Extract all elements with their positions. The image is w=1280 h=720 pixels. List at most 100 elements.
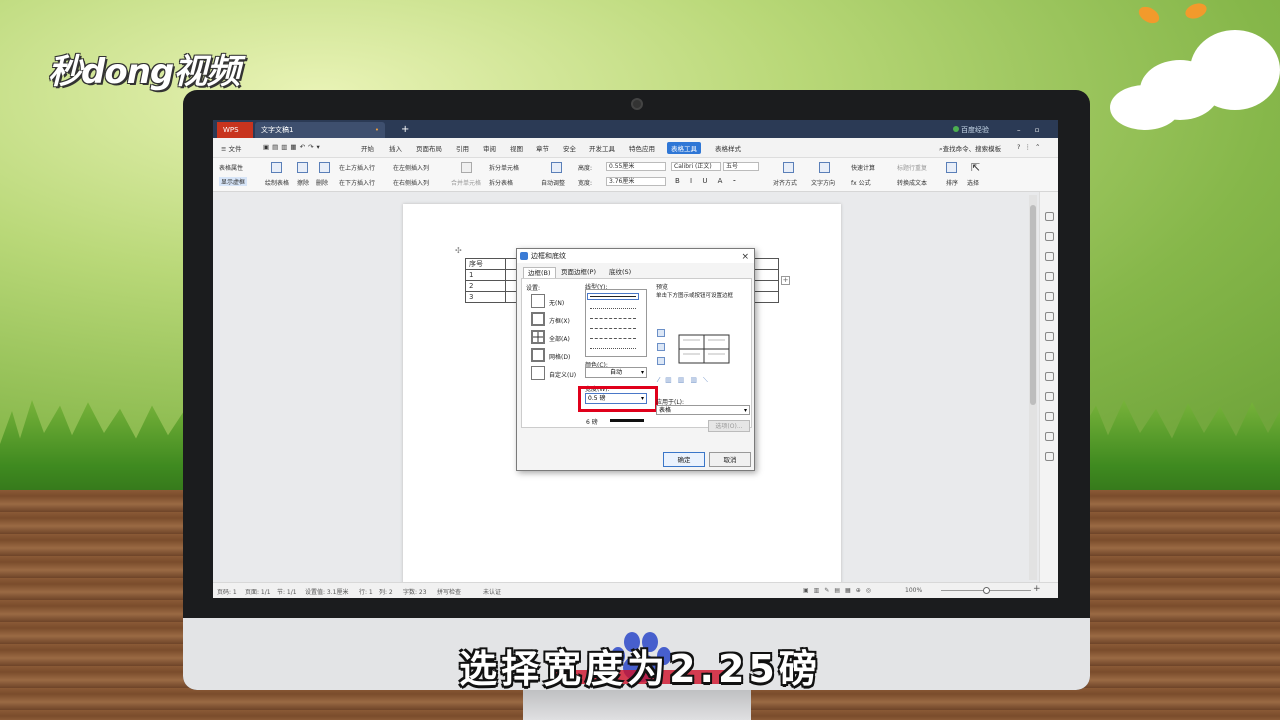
insert-right-button[interactable]: 在右侧插入列 — [393, 178, 429, 187]
tab-shading[interactable]: 底纹(S) — [605, 267, 635, 278]
setting-box[interactable]: 方框(X) — [549, 316, 570, 325]
pointer-icon[interactable] — [1045, 232, 1054, 241]
setting-custom-icon[interactable] — [531, 366, 545, 380]
quick-calc-button[interactable]: 快速计算 — [851, 163, 875, 172]
menu-item-references[interactable]: 引用 — [456, 143, 469, 153]
setting-all-icon[interactable] — [531, 330, 545, 344]
line-style-option[interactable] — [590, 338, 636, 339]
help-icons[interactable]: ?⋮⌃ — [1017, 143, 1044, 151]
color-select[interactable]: 自动 ▾ — [585, 367, 647, 378]
col-width-field[interactable]: 3.76厘米 — [606, 177, 666, 186]
add-column-icon[interactable]: + — [781, 276, 790, 285]
zoom-slider[interactable] — [941, 587, 1031, 594]
table-move-handle-icon[interactable]: ✣ — [455, 246, 462, 255]
split-cells-button[interactable]: 拆分单元格 — [489, 163, 519, 172]
text-direction-button[interactable]: 文字方向 — [811, 178, 835, 187]
wps-home-tab[interactable]: WPS — [217, 122, 253, 138]
delete-button[interactable]: 删除 — [316, 178, 328, 187]
menu-item-insert[interactable]: 插入 — [389, 143, 402, 153]
menu-item-chapter[interactable]: 章节 — [536, 143, 549, 153]
border-preview[interactable] — [677, 329, 732, 369]
image-icon[interactable] — [1045, 392, 1054, 401]
style-icon[interactable] — [1045, 272, 1054, 281]
new-tab-button[interactable]: + — [395, 122, 409, 138]
menu-item-home[interactable]: 开始 — [361, 143, 374, 153]
star-icon[interactable] — [1045, 312, 1054, 321]
setting-grid-icon[interactable] — [531, 348, 545, 362]
table-cell[interactable]: 3 — [465, 291, 506, 303]
merge-cells-button[interactable]: 合并单元格 — [451, 178, 481, 187]
menu-item-layout[interactable]: 页面布局 — [416, 143, 442, 153]
insert-above-button[interactable]: 在上方插入行 — [339, 163, 375, 172]
edit-icon[interactable] — [1045, 212, 1054, 221]
font-format-buttons[interactable]: B I U A ⁃ — [675, 177, 740, 185]
sort-button[interactable]: 排序 — [946, 178, 958, 187]
auth-status[interactable]: 未认证 — [483, 587, 501, 596]
zoom-level[interactable]: 100% — [905, 587, 922, 594]
insert-below-button[interactable]: 在下方插入行 — [339, 178, 375, 187]
close-icon[interactable]: × — [741, 250, 749, 264]
tab-border[interactable]: 边框(B) — [523, 267, 556, 278]
select-button[interactable]: 选择 — [967, 178, 979, 187]
formula-button[interactable]: fx 公式 — [851, 178, 871, 187]
align-button[interactable]: 对齐方式 — [773, 178, 797, 187]
line-style-option[interactable] — [587, 293, 639, 300]
setting-custom[interactable]: 自定义(U) — [549, 370, 576, 379]
zoom-in-button[interactable]: + — [1033, 584, 1041, 594]
ok-button[interactable]: 确定 — [663, 452, 705, 467]
scrollbar-thumb[interactable] — [1030, 205, 1036, 405]
insert-left-button[interactable]: 在左侧插入列 — [393, 163, 429, 172]
auto-fit-button[interactable]: 自动调整 — [541, 178, 565, 187]
setting-none-icon[interactable] — [531, 294, 545, 308]
format-icon[interactable] — [1045, 292, 1054, 301]
table-cell[interactable]: 1 — [465, 269, 506, 281]
cancel-button[interactable]: 取消 — [709, 452, 751, 467]
width-option[interactable]: 6 磅 — [586, 417, 598, 426]
split-table-button[interactable]: 拆分表格 — [489, 178, 513, 187]
quick-access-icons[interactable]: ▣▤▥▦↶↷▾ — [263, 143, 323, 151]
apply-to-select[interactable]: 表格 ▾ — [656, 405, 750, 415]
line-style-option[interactable] — [590, 328, 636, 329]
setting-none[interactable]: 无(N) — [549, 298, 564, 307]
window-controls[interactable]: – ▫ × — [1011, 122, 1058, 150]
show-grid-button[interactable]: 显示虚框 — [219, 177, 248, 186]
table-props-button[interactable]: 表格属性 — [219, 163, 243, 172]
document-tab[interactable]: 文字文稿1 • — [255, 122, 385, 138]
table-cell[interactable]: 2 — [465, 280, 506, 292]
border-top-icon[interactable] — [657, 329, 665, 337]
shape-icon[interactable] — [1045, 252, 1054, 261]
line-style-option[interactable] — [590, 348, 636, 349]
convert-to-text-button[interactable]: 转换成文本 — [897, 178, 927, 187]
account-label[interactable]: 百度经验 — [947, 122, 989, 138]
menu-item-table-style[interactable]: 表格样式 — [715, 143, 741, 153]
line-style-option[interactable] — [590, 308, 636, 309]
search-command[interactable]: ⌕查找命令、搜索模板 — [939, 143, 1001, 154]
menu-item-review[interactable]: 审阅 — [483, 143, 496, 153]
vertical-scrollbar[interactable] — [1029, 195, 1037, 580]
draw-table-button[interactable]: 绘制表格 — [265, 178, 289, 187]
row-height-field[interactable]: 0.55厘米 — [606, 162, 666, 171]
help-icon[interactable] — [1045, 452, 1054, 461]
share-icon[interactable] — [1045, 332, 1054, 341]
font-name-select[interactable]: Calibri (正文) — [671, 162, 721, 171]
tab-close-icon[interactable]: • — [375, 122, 379, 138]
setting-grid[interactable]: 网格(D) — [549, 352, 570, 361]
backup-icon[interactable] — [1045, 412, 1054, 421]
menu-item-view[interactable]: 视图 — [510, 143, 523, 153]
options-button[interactable]: 选项(O)... — [708, 420, 750, 432]
menu-item-features[interactable]: 特色应用 — [629, 143, 655, 153]
view-mode-icons[interactable]: ▣▥✎▤▦⊕◎ — [803, 587, 876, 594]
settings-icon[interactable] — [1045, 352, 1054, 361]
border-bottom-icon[interactable] — [657, 357, 665, 365]
setting-all[interactable]: 全部(A) — [549, 334, 570, 343]
menu-item-security[interactable]: 安全 — [563, 143, 576, 153]
history-icon[interactable] — [1045, 432, 1054, 441]
erase-button[interactable]: 擦除 — [297, 178, 309, 187]
tab-page-border[interactable]: 页面边框(P) — [557, 267, 600, 278]
line-style-option[interactable] — [590, 318, 636, 319]
setting-box-icon[interactable] — [531, 312, 545, 326]
border-middle-icon[interactable] — [657, 343, 665, 351]
spell-check-button[interactable]: 拼写检查 — [437, 587, 461, 596]
menu-item-table-tools[interactable]: 表格工具 — [667, 142, 701, 154]
menu-file[interactable]: ≡ 文件 — [221, 143, 242, 153]
